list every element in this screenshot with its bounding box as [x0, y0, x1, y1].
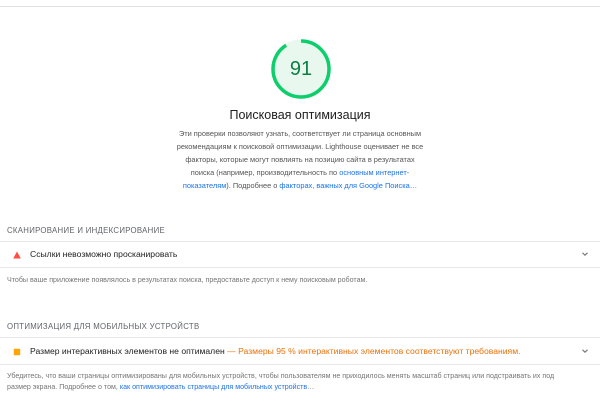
audit-divider: [0, 364, 600, 365]
description-text: ). Подробнее о: [226, 181, 280, 190]
fail-triangle-icon: [13, 251, 21, 259]
category-description-line: Эти проверки позволяют узнать, соответст…: [178, 129, 422, 138]
chevron-down-icon[interactable]: [580, 249, 590, 259]
top-divider: [0, 6, 600, 7]
group-divider: [0, 241, 600, 242]
audit-title: Размер интерактивных элементов не оптима…: [30, 346, 521, 356]
category-description-line: факторы, которые могут повлиять на позиц…: [185, 155, 415, 164]
description-text: поиска (например, производительность по: [190, 168, 340, 177]
category-description-line: рекомендациям к поисковой оптимизации. L…: [176, 142, 424, 151]
audit-display-value: Размеры 95 % интерактивных элементов соо…: [238, 346, 521, 356]
group-title-mobile: ОПТИМИЗАЦИЯ ДЛЯ МОБИЛЬНЫХ УСТРОЙСТВ: [7, 322, 200, 331]
description-text: размер экрана. Подробнее о том,: [7, 383, 120, 391]
audit-title-text: Размер интерактивных элементов не оптима…: [30, 346, 225, 356]
audit-tap-targets[interactable]: Размер интерактивных элементов не оптима…: [0, 341, 600, 363]
chevron-down-icon[interactable]: [580, 346, 590, 356]
audit-title: Ссылки невозможно просканировать: [30, 249, 178, 259]
group-divider: [0, 337, 600, 338]
mobile-friendly-link[interactable]: как оптимизировать страницы для мобильны…: [120, 383, 307, 391]
description-ellipsis: …: [307, 383, 315, 391]
audit-separator: —: [224, 346, 239, 356]
category-title: Поисковая оптимизация: [229, 108, 371, 122]
group-description-crawling: Чтобы ваше приложение появлялось в резул…: [7, 276, 368, 284]
google-search-factors-link[interactable]: факторах, важных для Google Поиска…: [279, 181, 417, 190]
category-description-line: поиска (например, производительность по …: [170, 166, 430, 192]
category-description: Эти проверки позволяют узнать, соответст…: [170, 127, 430, 192]
audit-crawlable-links[interactable]: Ссылки невозможно просканировать: [0, 244, 600, 266]
audit-divider: [0, 267, 600, 268]
average-square-icon: [13, 348, 21, 356]
group-title-crawling: СКАНИРОВАНИЕ И ИНДЕКСИРОВАНИЕ: [7, 226, 165, 235]
score-value: 91: [289, 58, 313, 80]
description-line: Убедитесь, что ваши страницы оптимизиров…: [7, 372, 555, 380]
description-line: размер экрана. Подробнее о том, как опти…: [7, 382, 597, 393]
group-description-mobile: Убедитесь, что ваши страницы оптимизиров…: [7, 371, 597, 393]
